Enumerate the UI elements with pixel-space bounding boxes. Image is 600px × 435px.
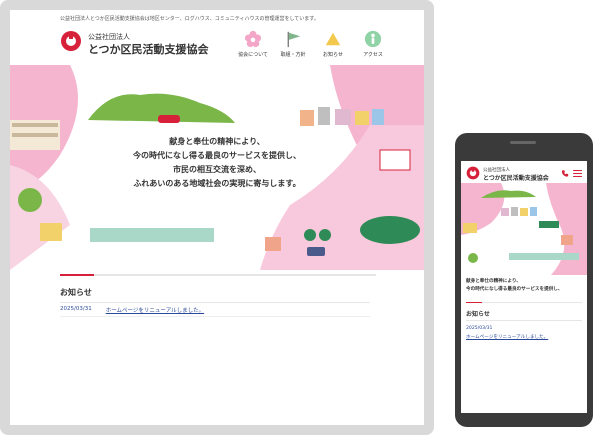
news-divider (466, 302, 582, 303)
news-date: 2025/03/31 (466, 326, 493, 331)
flag-icon (287, 31, 301, 48)
nav-item-access[interactable]: アクセス (353, 30, 393, 58)
nav-label: お知らせ (323, 52, 343, 58)
hero-line: 献身と奉仕の精神により、 (169, 136, 265, 146)
desktop-screen: 公益社団法人とつか区民活動支援協会は地区センター、ログハウス、コミュニティハウス… (10, 10, 424, 425)
org-name[interactable]: とつか区民活動支援協会 (483, 173, 549, 182)
news-rule (60, 302, 370, 303)
association-logo[interactable] (60, 30, 82, 52)
hero-mission: 献身と奉仕の精神により、 今の時代になし得る最良のサービスを提供し、 (466, 278, 584, 294)
nav-item-news[interactable]: お知らせ (313, 30, 353, 58)
phone-speaker (510, 141, 536, 144)
news-rule (466, 320, 582, 321)
mobile-screen: 公益社団法人 とつか区民活動支援協会 献身と奉仕の精神により、 今の時代になし得… (461, 161, 587, 413)
org-name[interactable]: とつか区民活動支援協会 (88, 41, 209, 57)
news-link[interactable]: ホームページをリニューアルしました。 (106, 306, 204, 314)
nav-item-policy[interactable]: 取組・方針 (273, 30, 313, 58)
hero-illustration (461, 183, 587, 275)
hero-line: 今の時代になし得る最良のサービスを提供し、 (466, 287, 563, 292)
news-link[interactable]: ホームページをリニューアルしました。 (466, 334, 548, 340)
desktop-frame: 公益社団法人とつか区民活動支援協会は地区センター、ログハウス、コミュニティハウス… (0, 0, 434, 435)
main-nav: 協会について 取組・方針 お知らせ アクセス (233, 30, 393, 58)
hero-line: ふれあいのある地域社会の実現に寄与します。 (133, 178, 301, 188)
news-item: 2025/03/31 ホームページをリニューアルしました。 (60, 306, 204, 314)
hero-mission: 献身と奉仕の精神により、 今の時代になし得る最良のサービスを提供し、 市民の相互… (10, 134, 424, 190)
hamburger-menu-icon[interactable] (573, 170, 582, 177)
hero-line: 今の時代になし得る最良のサービスを提供し、 (133, 150, 301, 160)
phone-icon[interactable] (561, 169, 569, 178)
news-heading: お知らせ (60, 288, 92, 297)
news-heading: お知らせ (466, 311, 490, 318)
nav-label: 協会について (238, 52, 268, 58)
person-icon (364, 30, 382, 48)
nav-label: アクセス (363, 52, 383, 58)
flower-icon (244, 30, 262, 48)
triangle-icon (325, 32, 341, 46)
hero-line: 市民の相互交流を深め、 (173, 164, 261, 174)
association-logo[interactable] (466, 166, 480, 180)
news-rule (60, 316, 370, 317)
hero-line: 献身と奉仕の精神により、 (466, 279, 521, 284)
news-divider (60, 274, 376, 276)
news-date: 2025/03/31 (60, 306, 92, 312)
nav-item-about[interactable]: 協会について (233, 30, 273, 58)
mobile-frame: 公益社団法人 とつか区民活動支援協会 献身と奉仕の精神により、 今の時代になし得… (455, 133, 593, 427)
nav-label: 取組・方針 (280, 52, 306, 58)
header-tagline: 公益社団法人とつか区民活動支援協会は地区センター、ログハウス、コミュニティハウス… (60, 16, 319, 22)
